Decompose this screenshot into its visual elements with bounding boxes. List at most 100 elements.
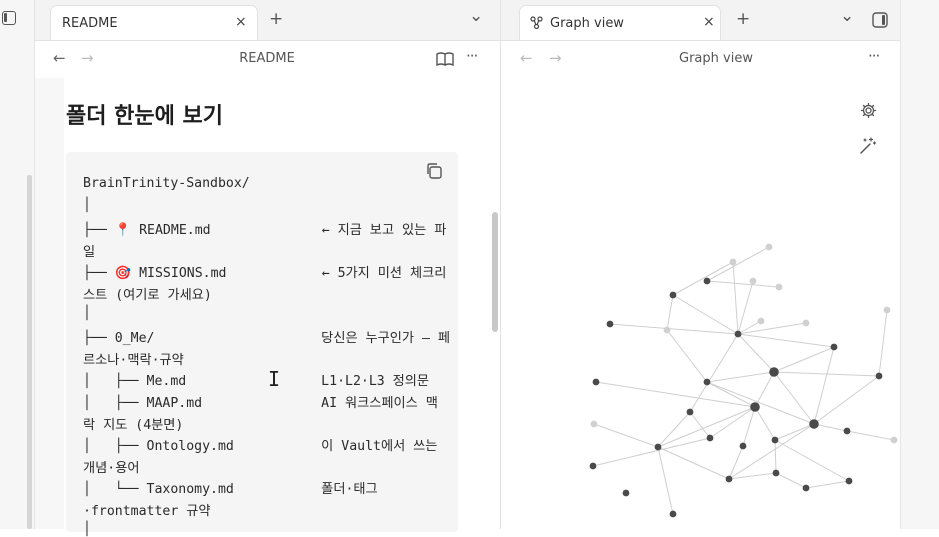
graph-node[interactable] xyxy=(654,443,662,451)
code-line: 스트 (여기로 가세요) xyxy=(83,288,212,303)
chevron-down-icon[interactable]: ⌄ xyxy=(840,6,854,26)
right-ribbon xyxy=(900,0,939,529)
graph-edge xyxy=(737,333,835,348)
graph-node[interactable] xyxy=(830,343,838,351)
graph-edge xyxy=(592,437,711,467)
back-icon[interactable]: ← xyxy=(520,49,533,67)
graph-edge xyxy=(775,472,807,489)
graph-edge xyxy=(732,261,739,335)
graph-edge xyxy=(728,423,815,480)
graph-node[interactable] xyxy=(734,330,742,338)
graph-node[interactable] xyxy=(686,408,694,416)
graph-node[interactable] xyxy=(775,283,783,291)
code-line: │ ├── Me.md L1·L2·L3 정의문 xyxy=(83,374,430,390)
graph-node[interactable] xyxy=(809,419,819,429)
animate-magic-wand-icon[interactable] xyxy=(859,137,877,155)
new-tab-icon[interactable]: + xyxy=(269,9,283,29)
view-title: README xyxy=(239,51,295,66)
reading-mode-book-icon[interactable] xyxy=(436,52,454,66)
graph-edge xyxy=(609,323,739,335)
right-sidebar-toggle-icon[interactable] xyxy=(872,12,888,28)
graph-node[interactable] xyxy=(725,475,733,483)
scrollbar-thumb[interactable] xyxy=(492,212,498,332)
code-line: ├── 📍 README.md ← 지금 보고 있는 파 xyxy=(83,223,447,239)
graph-node[interactable] xyxy=(669,291,677,299)
graph-canvas[interactable] xyxy=(501,78,900,529)
sidebar-toggle-icon[interactable] xyxy=(2,11,16,25)
graph-edge xyxy=(666,294,674,331)
graph-node[interactable] xyxy=(622,489,630,497)
graph-edge xyxy=(813,346,835,425)
graph-node[interactable] xyxy=(883,306,891,314)
graph-edge xyxy=(737,280,754,335)
graph-edge xyxy=(805,480,850,489)
graph-edge xyxy=(657,446,674,515)
graph-node[interactable] xyxy=(739,442,747,450)
code-line: │ xyxy=(83,305,91,321)
gutter-bar xyxy=(27,175,32,529)
right-tab-bar: Graph view × + ⌄ xyxy=(501,0,900,41)
graph-node[interactable] xyxy=(875,372,883,380)
more-options-icon[interactable]: ··· xyxy=(466,47,478,65)
graph-edge xyxy=(774,439,850,482)
forward-icon[interactable]: → xyxy=(81,49,94,67)
code-line: │ xyxy=(83,521,91,537)
close-tab-icon[interactable]: × xyxy=(235,14,247,30)
left-view-header: ← → README ··· xyxy=(35,41,500,77)
graph-node[interactable] xyxy=(590,420,598,428)
chevron-down-icon[interactable]: ⌄ xyxy=(469,6,483,26)
graph-node[interactable] xyxy=(749,277,757,285)
graph-edge xyxy=(672,294,739,335)
graph-edge xyxy=(666,329,708,383)
graph-edge xyxy=(737,333,775,373)
copy-icon[interactable] xyxy=(425,162,443,180)
graph-node[interactable] xyxy=(802,319,810,327)
graph-node[interactable] xyxy=(757,317,765,325)
code-line: │ ├── Ontology.md 이 Vault에서 쓰는 xyxy=(83,439,438,455)
graph-edge xyxy=(742,406,756,447)
close-tab-icon[interactable]: × xyxy=(703,14,715,30)
code-line: 락 지도 (4분면) xyxy=(83,417,184,433)
tab-label: Graph view xyxy=(550,16,624,31)
left-tab-bar: README × + ⌄ xyxy=(35,0,500,41)
graph-node[interactable] xyxy=(706,434,714,442)
code-line: BrainTrinity-Sandbox/ xyxy=(83,176,250,191)
tab-graph-view[interactable]: Graph view × xyxy=(519,5,721,40)
graph-node[interactable] xyxy=(769,367,779,377)
graph-edge xyxy=(754,406,776,441)
graph-edge xyxy=(813,375,880,425)
graph-node[interactable] xyxy=(703,378,711,386)
graph-node[interactable] xyxy=(845,477,853,485)
more-options-icon[interactable]: ··· xyxy=(868,47,880,65)
graph-node[interactable] xyxy=(750,402,760,412)
graph-node[interactable] xyxy=(592,378,600,386)
graph-node[interactable] xyxy=(663,326,671,334)
tab-label: README xyxy=(62,16,118,31)
new-tab-icon[interactable]: + xyxy=(736,9,750,29)
graph-settings-gear-icon[interactable] xyxy=(860,102,877,119)
forward-icon[interactable]: → xyxy=(549,49,562,67)
graph-node[interactable] xyxy=(589,462,597,470)
back-icon[interactable]: ← xyxy=(53,49,66,67)
graph-node[interactable] xyxy=(729,258,737,266)
graph-node[interactable] xyxy=(765,243,773,251)
graph-edge xyxy=(706,371,775,383)
graph-node[interactable] xyxy=(843,427,851,435)
text-cursor-icon: I xyxy=(268,367,281,391)
graph-edge xyxy=(774,439,777,474)
graph-node[interactable] xyxy=(703,277,711,285)
graph-node[interactable] xyxy=(669,510,677,518)
graph-node[interactable] xyxy=(802,484,810,492)
graph-edge xyxy=(774,423,815,441)
graph-node[interactable] xyxy=(606,320,614,328)
left-gutter xyxy=(35,78,64,529)
graph-node[interactable] xyxy=(890,436,898,444)
graph-edge xyxy=(706,246,770,282)
document-heading: 폴더 한눈에 보기 xyxy=(66,104,223,129)
code-line: ├── 🎯 MISSIONS.md ← 5가지 미션 체크리 xyxy=(83,266,447,282)
graph-node[interactable] xyxy=(772,469,780,477)
tab-readme[interactable]: README × xyxy=(50,5,258,40)
graph-edge xyxy=(657,411,691,448)
graph-edge xyxy=(878,309,888,377)
graph-node[interactable] xyxy=(771,436,779,444)
